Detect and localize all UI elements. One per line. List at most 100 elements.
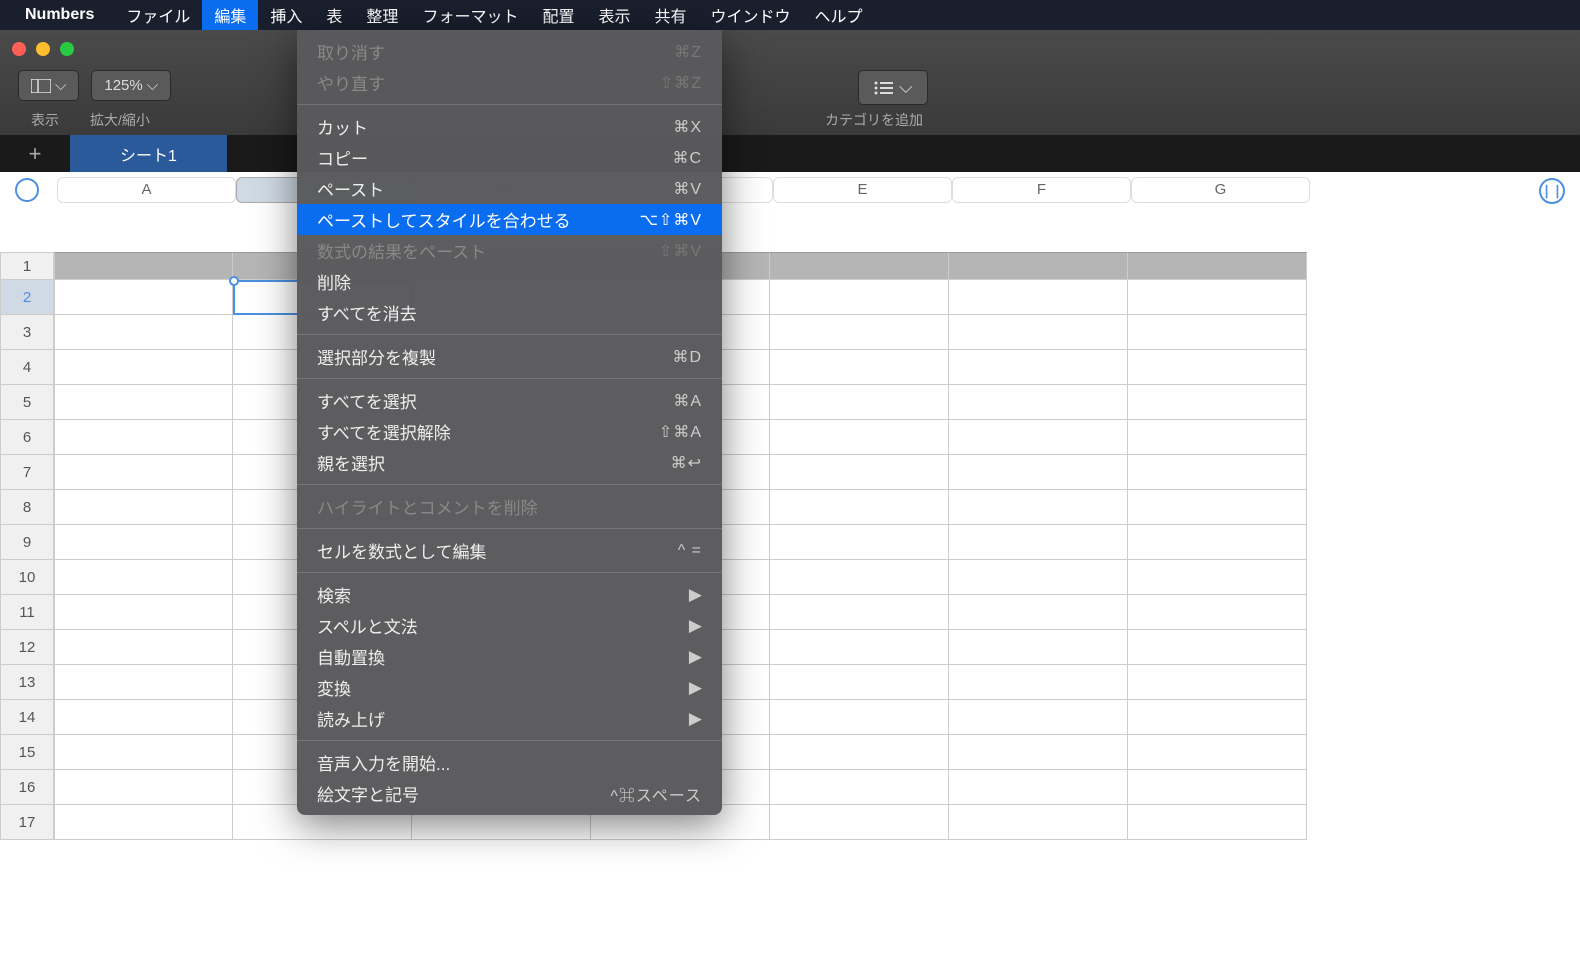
zoom-button[interactable]: 125% ⌵ bbox=[91, 70, 171, 101]
menu-item-検索[interactable]: 検索▶ bbox=[297, 579, 722, 610]
table-header-cell[interactable] bbox=[54, 252, 233, 280]
cell[interactable] bbox=[54, 525, 233, 560]
cell[interactable] bbox=[1128, 350, 1307, 385]
cell[interactable] bbox=[770, 350, 949, 385]
menu-item-親を選択[interactable]: 親を選択⌘↩ bbox=[297, 447, 722, 478]
menu-挿入[interactable]: 挿入 bbox=[258, 0, 314, 32]
menu-item-ペーストしてスタイルを合わせる[interactable]: ペーストしてスタイルを合わせる⌥⇧⌘V bbox=[297, 204, 722, 235]
cell[interactable] bbox=[54, 630, 233, 665]
menu-編集[interactable]: 編集 bbox=[202, 0, 258, 32]
column-header-A[interactable]: A bbox=[57, 177, 236, 203]
menu-item-カット[interactable]: カット⌘X bbox=[297, 111, 722, 142]
selection-handle[interactable] bbox=[229, 276, 239, 286]
add-sheet-button[interactable]: + bbox=[0, 135, 70, 172]
menu-整理[interactable]: 整理 bbox=[354, 0, 410, 32]
menu-ヘルプ[interactable]: ヘルプ bbox=[803, 0, 875, 32]
cell[interactable] bbox=[1128, 455, 1307, 490]
cell[interactable] bbox=[949, 315, 1128, 350]
table-header-cell[interactable] bbox=[1128, 252, 1307, 280]
cell[interactable] bbox=[1128, 420, 1307, 455]
cell[interactable] bbox=[770, 385, 949, 420]
cell[interactable] bbox=[770, 525, 949, 560]
cell[interactable] bbox=[949, 350, 1128, 385]
cell[interactable] bbox=[54, 455, 233, 490]
cell[interactable] bbox=[54, 490, 233, 525]
column-header-F[interactable]: F bbox=[952, 177, 1131, 203]
cell[interactable] bbox=[770, 315, 949, 350]
cell[interactable] bbox=[770, 280, 949, 315]
cell[interactable] bbox=[770, 490, 949, 525]
menu-表示[interactable]: 表示 bbox=[586, 0, 642, 32]
menu-item-すべてを消去[interactable]: すべてを消去 bbox=[297, 297, 722, 328]
add-category-button[interactable]: ⌵ bbox=[858, 70, 928, 105]
row-header-13[interactable]: 13 bbox=[0, 665, 54, 700]
row-header-12[interactable]: 12 bbox=[0, 630, 54, 665]
cell[interactable] bbox=[54, 770, 233, 805]
cell[interactable] bbox=[949, 455, 1128, 490]
cell[interactable] bbox=[949, 805, 1128, 840]
cell[interactable] bbox=[1128, 315, 1307, 350]
table-select-handle[interactable] bbox=[15, 178, 39, 202]
cell[interactable] bbox=[949, 735, 1128, 770]
cell[interactable] bbox=[54, 280, 233, 315]
cell[interactable] bbox=[770, 455, 949, 490]
row-header-9[interactable]: 9 bbox=[0, 525, 54, 560]
menu-共有[interactable]: 共有 bbox=[642, 0, 698, 32]
cell[interactable] bbox=[1128, 490, 1307, 525]
cell[interactable] bbox=[1128, 630, 1307, 665]
cell[interactable] bbox=[770, 770, 949, 805]
row-header-8[interactable]: 8 bbox=[0, 490, 54, 525]
menu-ファイル[interactable]: ファイル bbox=[114, 0, 202, 32]
row-header-1[interactable]: 1 bbox=[0, 252, 54, 280]
cell[interactable] bbox=[949, 490, 1128, 525]
cell[interactable] bbox=[1128, 280, 1307, 315]
row-header-11[interactable]: 11 bbox=[0, 595, 54, 630]
cell[interactable] bbox=[54, 665, 233, 700]
fullscreen-window-button[interactable] bbox=[60, 42, 74, 56]
cell[interactable] bbox=[54, 350, 233, 385]
row-header-10[interactable]: 10 bbox=[0, 560, 54, 595]
cell[interactable] bbox=[1128, 560, 1307, 595]
cell[interactable] bbox=[54, 735, 233, 770]
row-header-5[interactable]: 5 bbox=[0, 385, 54, 420]
cell[interactable] bbox=[1128, 525, 1307, 560]
menu-ウインドウ[interactable]: ウインドウ bbox=[699, 0, 803, 32]
menu-item-すべてを選択[interactable]: すべてを選択⌘A bbox=[297, 385, 722, 416]
menu-item-コピー[interactable]: コピー⌘C bbox=[297, 142, 722, 173]
cell[interactable] bbox=[54, 595, 233, 630]
cell[interactable] bbox=[770, 420, 949, 455]
menu-item-音声入力を開始...[interactable]: 音声入力を開始... bbox=[297, 747, 722, 778]
cell[interactable] bbox=[1128, 735, 1307, 770]
row-header-17[interactable]: 17 bbox=[0, 805, 54, 840]
cell[interactable] bbox=[54, 700, 233, 735]
cell[interactable] bbox=[770, 665, 949, 700]
column-header-G[interactable]: G bbox=[1131, 177, 1310, 203]
table-header-cell[interactable] bbox=[949, 252, 1128, 280]
menu-フォーマット[interactable]: フォーマット bbox=[410, 0, 530, 32]
cell[interactable] bbox=[949, 770, 1128, 805]
menu-item-絵文字と記号[interactable]: 絵文字と記号^⌘スペース bbox=[297, 778, 722, 809]
row-header-4[interactable]: 4 bbox=[0, 350, 54, 385]
row-header-14[interactable]: 14 bbox=[0, 700, 54, 735]
menu-item-削除[interactable]: 削除 bbox=[297, 266, 722, 297]
cell[interactable] bbox=[949, 525, 1128, 560]
menu-item-すべてを選択解除[interactable]: すべてを選択解除⇧⌘A bbox=[297, 416, 722, 447]
row-header-3[interactable]: 3 bbox=[0, 315, 54, 350]
view-mode-button[interactable]: ⌵ bbox=[18, 70, 79, 101]
cell[interactable] bbox=[949, 700, 1128, 735]
menu-表[interactable]: 表 bbox=[314, 0, 354, 32]
menu-item-ペースト[interactable]: ペースト⌘V bbox=[297, 173, 722, 204]
cell[interactable] bbox=[770, 595, 949, 630]
minimize-window-button[interactable] bbox=[36, 42, 50, 56]
menu-item-スペルと文法[interactable]: スペルと文法▶ bbox=[297, 610, 722, 641]
cell[interactable] bbox=[1128, 770, 1307, 805]
row-header-7[interactable]: 7 bbox=[0, 455, 54, 490]
cell[interactable] bbox=[949, 420, 1128, 455]
format-panel-toggle[interactable]: ❘❘ bbox=[1539, 178, 1565, 204]
cell[interactable] bbox=[1128, 665, 1307, 700]
cell[interactable] bbox=[770, 630, 949, 665]
menu-item-選択部分を複製[interactable]: 選択部分を複製⌘D bbox=[297, 341, 722, 372]
cell[interactable] bbox=[54, 315, 233, 350]
row-header-16[interactable]: 16 bbox=[0, 770, 54, 805]
cell[interactable] bbox=[54, 420, 233, 455]
